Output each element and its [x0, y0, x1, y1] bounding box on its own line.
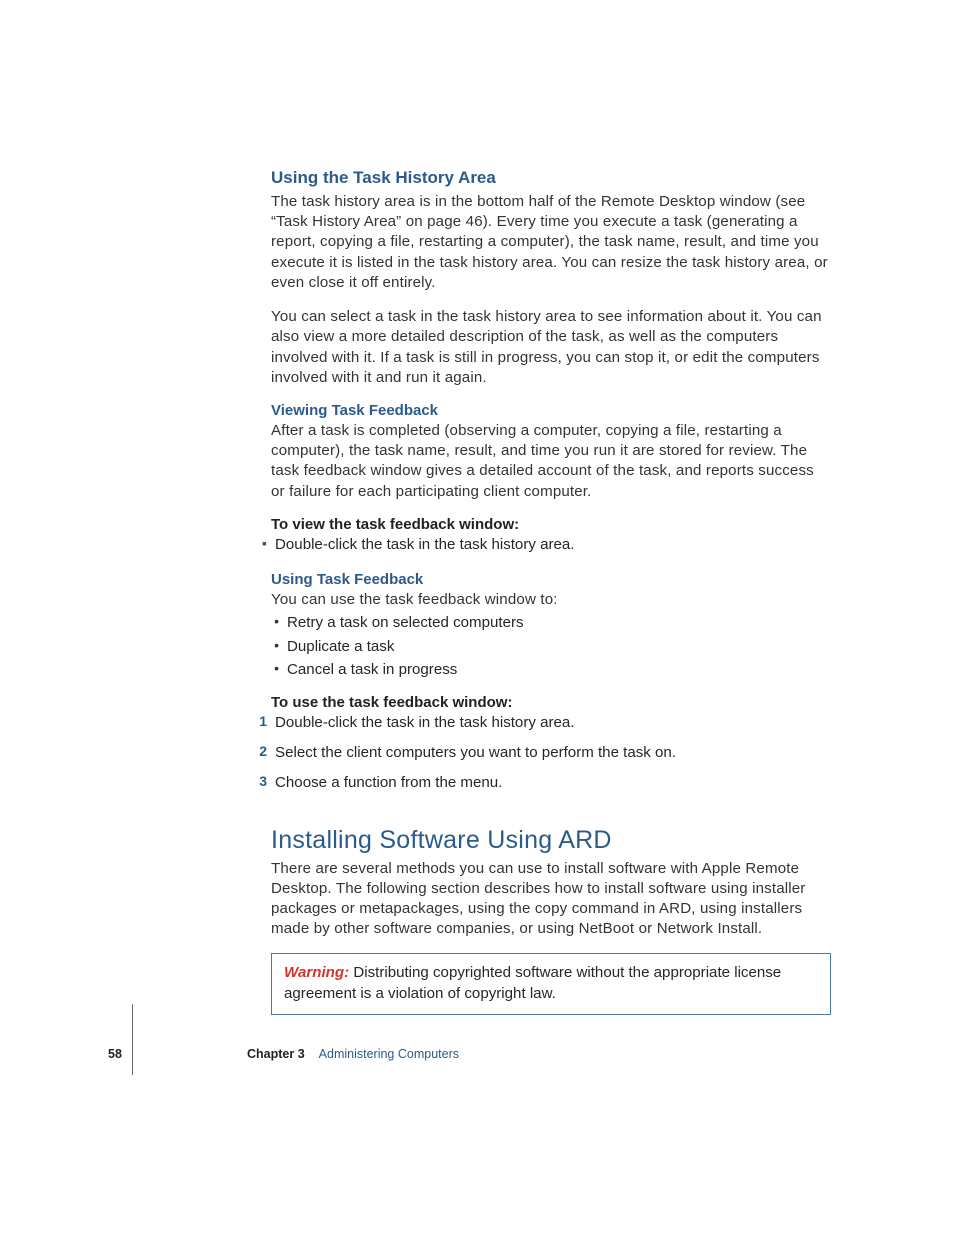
bullet-icon: • — [255, 660, 287, 676]
content-column: Using the Task History Area The task his… — [271, 168, 831, 1015]
bullet-icon: ▪ — [243, 535, 275, 551]
numbered-list: 1Double-click the task in the task histo… — [271, 713, 831, 794]
chapter-label: Chapter 3 — [247, 1047, 305, 1061]
footer-divider — [132, 1004, 133, 1075]
bullet-icon: • — [255, 637, 287, 653]
chapter-title: Administering Computers — [319, 1047, 459, 1061]
body-text: There are several methods you can use to… — [271, 859, 831, 940]
list-item: 1Double-click the task in the task histo… — [271, 713, 831, 733]
step-number: 1 — [243, 713, 275, 729]
body-text: After a task is completed (observing a c… — [271, 421, 831, 502]
list-text: Select the client computers you want to … — [275, 743, 676, 763]
step-number: 3 — [243, 773, 275, 789]
list-item: •Retry a task on selected computers — [283, 613, 831, 633]
list-item: 3Choose a function from the menu. — [271, 773, 831, 793]
bullet-list: •Retry a task on selected computers •Dup… — [283, 613, 831, 680]
step-number: 2 — [243, 743, 275, 759]
body-text: You can select a task in the task histor… — [271, 307, 831, 388]
page-footer: 58 Chapter 3 Administering Computers — [108, 1018, 459, 1089]
subheading-using-feedback: Using Task Feedback — [271, 571, 831, 588]
bullet-icon: • — [255, 613, 287, 629]
body-text: The task history area is in the bottom h… — [271, 192, 831, 293]
step-heading: To view the task feedback window: — [271, 516, 831, 533]
heading-task-history: Using the Task History Area — [271, 168, 831, 188]
list-text: Choose a function from the menu. — [275, 773, 502, 793]
body-text: You can use the task feedback window to: — [271, 590, 831, 610]
subheading-viewing-feedback: Viewing Task Feedback — [271, 402, 831, 419]
list-item: ▪ Double-click the task in the task hist… — [271, 535, 831, 555]
heading-installing-software: Installing Software Using ARD — [271, 826, 831, 855]
list-text: Double-click the task in the task histor… — [275, 535, 575, 555]
page-number: 58 — [108, 1047, 132, 1061]
warning-text: Distributing copyrighted software withou… — [284, 964, 781, 1001]
list-item: •Cancel a task in progress — [283, 660, 831, 680]
list-text: Cancel a task in progress — [287, 660, 457, 680]
step-heading: To use the task feedback window: — [271, 694, 831, 711]
list-item: 2Select the client computers you want to… — [271, 743, 831, 763]
list-item: •Duplicate a task — [283, 637, 831, 657]
list-text: Duplicate a task — [287, 637, 394, 657]
page: Using the Task History Area The task his… — [0, 0, 954, 1235]
warning-box: Warning: Distributing copyrighted softwa… — [271, 953, 831, 1014]
list-text: Retry a task on selected computers — [287, 613, 524, 633]
warning-label: Warning: — [284, 964, 349, 981]
list-text: Double-click the task in the task histor… — [275, 713, 575, 733]
